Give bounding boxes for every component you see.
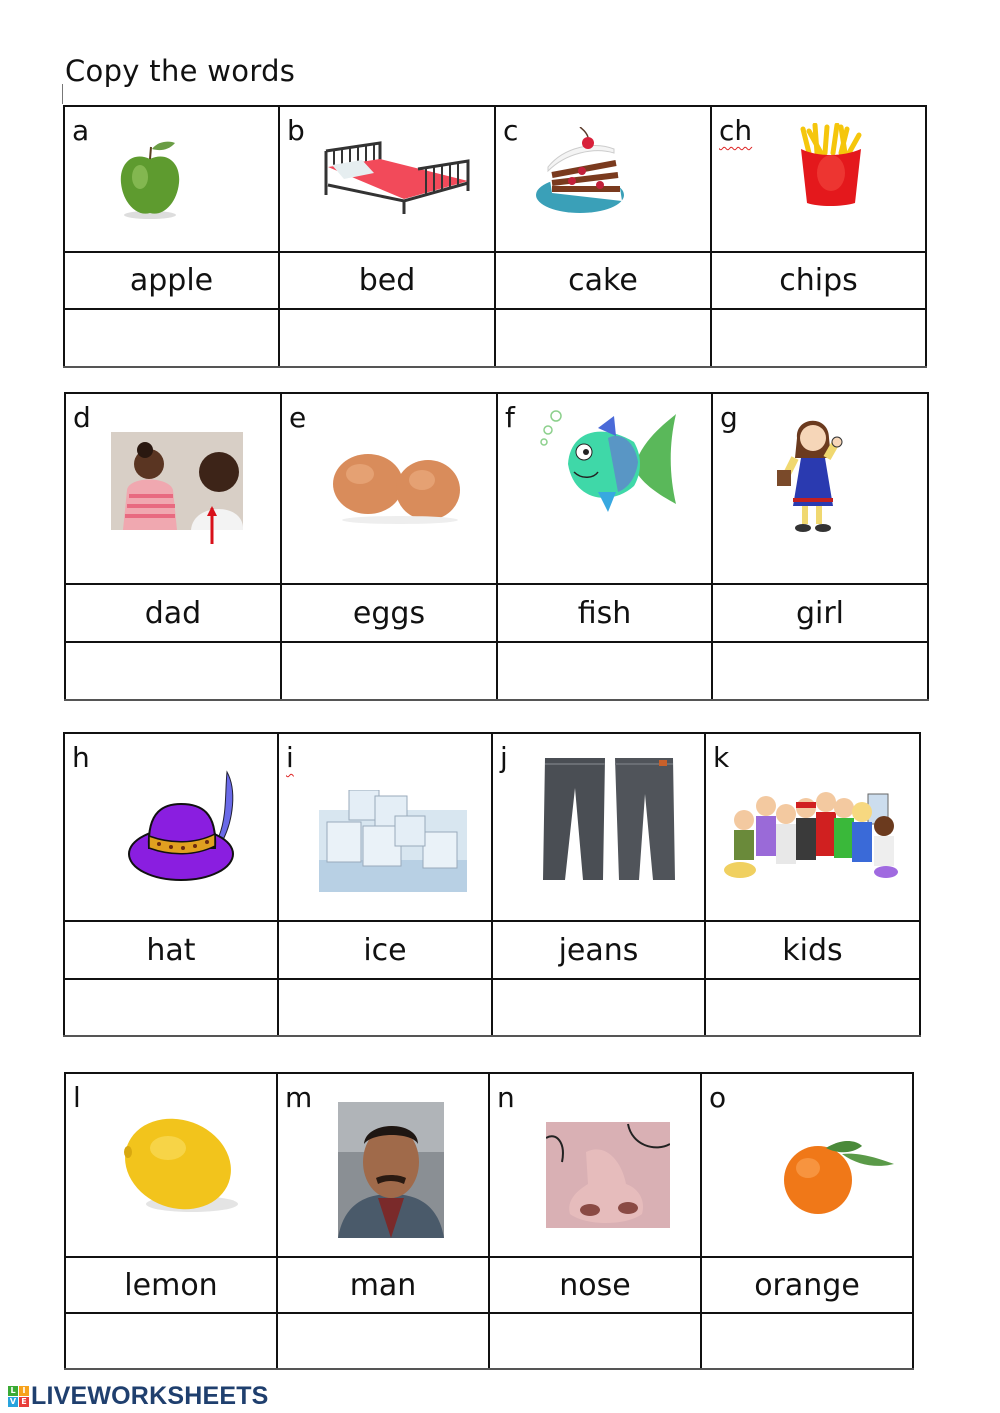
writing-cell[interactable] <box>494 308 712 368</box>
word-cell: lemon <box>64 1256 278 1314</box>
letter-label: ch <box>719 114 753 147</box>
picture-cell: n <box>488 1072 702 1258</box>
worksheet-title: Copy the words <box>65 54 296 88</box>
letter-label: i <box>286 741 294 774</box>
word-cell: eggs <box>280 583 498 643</box>
logo-block: V <box>8 1396 18 1407</box>
picture-cell: f <box>496 392 713 585</box>
letter-label: g <box>720 401 738 434</box>
letter-label: e <box>289 401 307 434</box>
ice-cubes-icon <box>319 790 467 892</box>
letter-label: h <box>72 741 90 774</box>
picture-cell: o <box>700 1072 914 1258</box>
word-cell: dad <box>64 583 282 643</box>
writing-cell[interactable] <box>63 978 279 1037</box>
writing-cell[interactable] <box>63 308 280 368</box>
word-table-4: l m n o lemon man nose orange <box>64 1072 914 1370</box>
word-table-1: a b c ch apple bed cake chips <box>63 105 927 368</box>
writing-cell[interactable] <box>711 641 929 701</box>
writing-cell[interactable] <box>277 978 493 1037</box>
word-table-2: d e f g dad eggs fish girl <box>64 392 929 701</box>
word-cell: girl <box>711 583 929 643</box>
letter-label: j <box>500 741 508 774</box>
word-cell: bed <box>278 251 496 310</box>
letter-label: d <box>73 401 91 434</box>
writing-cell[interactable] <box>491 978 706 1037</box>
picture-cell: i <box>277 732 493 922</box>
picture-cell: b <box>278 105 496 253</box>
logo-block: E <box>19 1396 29 1407</box>
writing-cell[interactable] <box>710 308 927 368</box>
girl-icon <box>777 420 843 532</box>
picture-cell: k <box>704 732 921 922</box>
logo-block: I <box>19 1385 29 1396</box>
picture-cell: d <box>64 392 282 585</box>
writing-cell[interactable] <box>278 308 496 368</box>
word-cell: chips <box>710 251 927 310</box>
word-cell: nose <box>488 1256 702 1314</box>
picture-cell: e <box>280 392 498 585</box>
picture-cell: h <box>63 732 279 922</box>
logo-blocks-icon: L I V E <box>8 1385 29 1407</box>
word-cell: ice <box>277 920 493 980</box>
word-cell: apple <box>63 251 280 310</box>
letter-label: b <box>287 114 305 147</box>
writing-cell[interactable] <box>496 641 713 701</box>
writing-cell[interactable] <box>276 1312 490 1370</box>
picture-cell: j <box>491 732 706 922</box>
cursor-mark <box>62 84 63 104</box>
orange-icon <box>784 1141 894 1214</box>
picture-cell: ch <box>710 105 927 253</box>
man-photo-icon <box>338 1102 444 1238</box>
letter-label: f <box>505 401 515 434</box>
kids-group-icon <box>724 792 898 878</box>
liveworksheets-logo[interactable]: L I V E LIVEWORKSHEETS <box>8 1382 269 1410</box>
letter-label: o <box>709 1081 727 1114</box>
eggs-icon <box>333 454 460 524</box>
letter-label: m <box>285 1081 313 1114</box>
logo-text: LIVEWORKSHEETS <box>31 1381 269 1410</box>
picture-cell: a <box>63 105 280 253</box>
writing-cell[interactable] <box>704 978 921 1037</box>
letter-label: l <box>73 1081 81 1114</box>
letter-label: n <box>497 1081 515 1114</box>
logo-block: L <box>8 1385 18 1396</box>
french-fries-icon <box>800 123 862 206</box>
hat-icon <box>128 770 234 881</box>
word-cell: cake <box>494 251 712 310</box>
writing-cell[interactable] <box>488 1312 702 1370</box>
letter-label: k <box>713 741 730 774</box>
picture-cell: g <box>711 392 929 585</box>
word-table-3: h i j k hat ice jeans kids <box>63 732 921 1037</box>
writing-cell[interactable] <box>280 641 498 701</box>
fish-icon <box>540 410 676 512</box>
letter-label: c <box>503 114 519 147</box>
picture-cell: l <box>64 1072 278 1258</box>
writing-cell[interactable] <box>64 1312 278 1370</box>
picture-cell: c <box>494 105 712 253</box>
word-cell: jeans <box>491 920 706 980</box>
bed-icon <box>324 141 470 214</box>
letter-label: a <box>72 114 90 147</box>
nose-photo-icon <box>546 1122 670 1228</box>
picture-cell: m <box>276 1072 490 1258</box>
dad-photo-icon <box>111 432 243 544</box>
word-cell: man <box>276 1256 490 1314</box>
cake-icon <box>536 127 624 213</box>
jeans-icon <box>543 758 675 880</box>
word-cell: fish <box>496 583 713 643</box>
apple-icon <box>120 141 180 219</box>
word-cell: orange <box>700 1256 914 1314</box>
word-cell: kids <box>704 920 921 980</box>
word-cell: hat <box>63 920 279 980</box>
writing-cell[interactable] <box>64 641 282 701</box>
writing-cell[interactable] <box>700 1312 914 1370</box>
lemon-icon <box>124 1118 238 1212</box>
